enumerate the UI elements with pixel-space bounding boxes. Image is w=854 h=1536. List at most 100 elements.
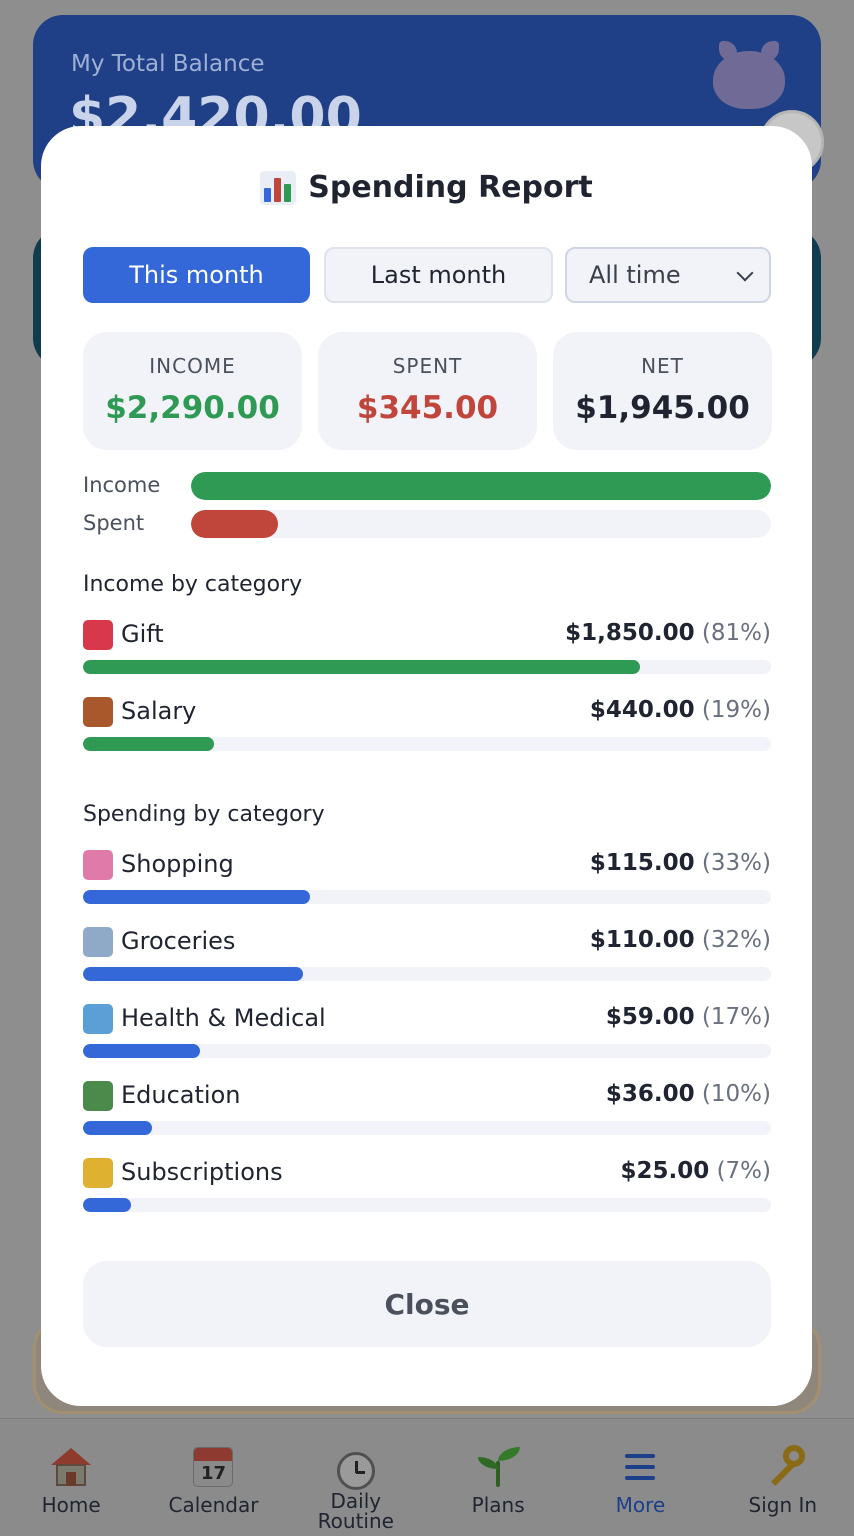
income-by-category-title: Income by category [83,572,303,597]
nav-label-plans: Plans [471,1493,525,1517]
nav-item-daily-routine[interactable]: Daily Routine [285,1419,427,1536]
menu-icon [625,1454,656,1480]
category-amount: $1,850.00 (81%) [565,620,771,646]
category-amount-value: $36.00 [605,1081,695,1107]
category-amount-value: $59.00 [605,1004,695,1030]
category-name: Health & Medical [121,1004,326,1032]
sprout-icon [476,1447,521,1487]
category-amount: $440.00 (19%) [590,697,771,723]
category-percent: (81%) [701,620,771,646]
bar-chart-icon [260,170,297,205]
gift-icon [83,620,113,650]
income-comparison-label: Income [83,473,161,497]
category-amount-value: $115.00 [589,850,695,876]
modal-header: Spending Report [41,170,812,205]
nav-item-plans[interactable]: Plans [427,1419,569,1536]
range-select[interactable]: All time [565,247,771,303]
close-button[interactable]: Close [83,1261,771,1347]
spending-by-category-title: Spending by category [83,802,325,827]
modal-title: Spending Report [308,170,593,205]
category-name: Salary [121,697,197,725]
income-comparison-bar: Income [83,471,771,501]
spent-comparison-fill [191,510,278,538]
category-progress-track [83,660,771,674]
category-progress-fill [83,967,304,981]
income-stat-value: $2,290.00 [105,390,280,426]
category-name: Shopping [121,850,234,878]
nav-item-calendar[interactable]: 17 Calendar [142,1419,284,1536]
spending-category-row: Subscriptions $25.00 (7%) [83,1158,771,1218]
spent-stat-value: $345.00 [356,390,499,426]
spent-stat-label: SPENT [392,354,463,378]
nav-label-calendar: Calendar [168,1493,259,1517]
category-amount-value: $110.00 [589,927,695,953]
category-percent: (33%) [701,850,771,876]
category-progress-track [83,1121,771,1135]
category-progress-fill [83,1121,152,1135]
category-amount-value: $25.00 [620,1158,710,1184]
spending-category-row: Groceries $110.00 (32%) [83,927,771,987]
briefcase-icon [83,697,113,727]
category-amount: $110.00 (32%) [590,927,771,953]
category-amount-value: $440.00 [589,697,695,723]
category-progress-fill [83,737,214,751]
category-amount-value: $1,850.00 [565,620,695,646]
books-icon [83,1081,113,1111]
category-percent: (32%) [701,927,771,953]
category-progress-track [83,1198,771,1212]
credit-card-icon [83,1158,113,1188]
net-stat-card: NET $1,945.00 [553,332,772,450]
nav-item-home[interactable]: Home [0,1419,142,1536]
chevron-down-icon [736,264,754,282]
spending-report-modal: Spending Report This month Last month Al… [41,126,812,1406]
spent-stat-card: SPENT $345.00 [318,332,537,450]
range-select-value: All time [589,261,681,289]
nav-label-more: More [615,1493,666,1517]
shopping-bags-icon [83,850,113,880]
category-progress-fill [83,660,641,674]
net-stat-value: $1,945.00 [575,390,750,426]
spent-comparison-bar: Spent [83,509,771,539]
category-percent: (10%) [701,1081,771,1107]
category-progress-track [83,967,771,981]
piggy-bank-icon [713,41,785,109]
category-amount: $25.00 (7%) [620,1158,771,1184]
category-name: Groceries [121,927,236,955]
income-category-row: Salary $440.00 (19%) [83,697,771,757]
nav-label-home: Home [41,1493,101,1517]
nav-label-sign-in: Sign In [748,1493,818,1517]
tab-last-month[interactable]: Last month [324,247,553,303]
category-amount: $59.00 (17%) [606,1004,771,1030]
category-name: Education [121,1081,241,1109]
spending-category-row: Education $36.00 (10%) [83,1081,771,1141]
tab-this-month[interactable]: This month [83,247,310,303]
income-stat-label: INCOME [149,354,236,378]
income-comparison-track [191,472,771,500]
category-percent: (17%) [701,1004,771,1030]
income-category-row: Gift $1,850.00 (81%) [83,620,771,680]
hospital-icon [83,1004,113,1034]
category-progress-track [83,1044,771,1058]
nav-item-sign-in[interactable]: Sign In [712,1419,854,1536]
balance-label: My Total Balance [71,51,265,77]
nav-item-more[interactable]: More [569,1419,711,1536]
income-comparison-fill [191,472,771,500]
net-stat-label: NET [641,354,684,378]
category-progress-fill [83,890,311,904]
category-amount: $36.00 (10%) [606,1081,771,1107]
calendar-icon: 17 [193,1447,234,1487]
key-icon [761,1445,805,1489]
spending-category-row: Health & Medical $59.00 (17%) [83,1004,771,1064]
category-progress-fill [83,1044,200,1058]
category-progress-track [83,890,771,904]
category-progress-track [83,737,771,751]
category-name: Gift [121,620,164,648]
spent-comparison-track [191,510,771,538]
income-stat-card: INCOME $2,290.00 [83,332,302,450]
category-percent: (7%) [716,1158,771,1184]
spent-comparison-label: Spent [83,511,145,535]
category-percent: (19%) [701,697,771,723]
shopping-cart-icon [83,927,113,957]
category-amount: $115.00 (33%) [590,850,771,876]
category-progress-fill [83,1198,132,1212]
